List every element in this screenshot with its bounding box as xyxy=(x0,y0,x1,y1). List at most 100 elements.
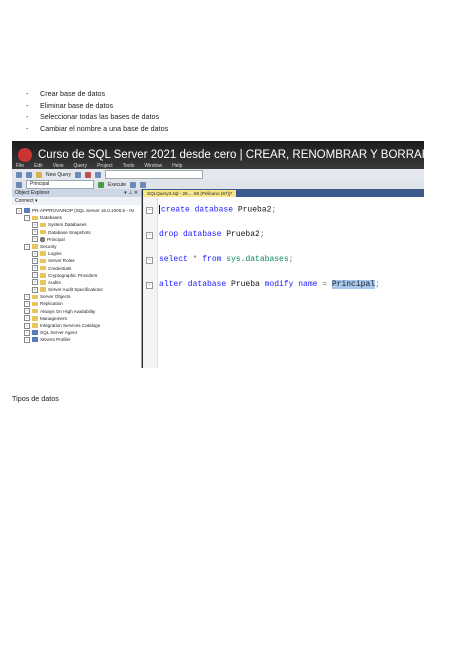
database-combo: Principal xyxy=(26,180,94,189)
selected-token: Principal xyxy=(331,280,376,289)
code-line: select * from sys.databases; xyxy=(159,255,293,264)
tree-node: − Databases xyxy=(12,214,141,221)
back-icon xyxy=(16,171,22,178)
code-token: ; xyxy=(288,255,294,264)
code-token: = xyxy=(322,280,332,289)
query-editor: SQLQuery2.sql - 26.....59 (Pelicano (67)… xyxy=(143,189,424,368)
forward-icon xyxy=(26,171,32,178)
save-icon xyxy=(75,171,82,178)
section-caption: Tipos de datos xyxy=(12,394,59,403)
search-combo xyxy=(105,170,204,179)
folder-icon xyxy=(40,273,46,278)
collapse-icon: − xyxy=(146,232,153,239)
tree-node: + System Databases xyxy=(12,221,141,228)
folder-icon xyxy=(40,265,46,271)
code-token: drop database xyxy=(159,230,227,239)
tree-node-label: Server Audit Specifications xyxy=(48,287,103,293)
video-screenshot: Curso de SQL Server 2021 desde cero | CR… xyxy=(12,141,424,368)
code-line: create database Prueba2; xyxy=(159,205,276,215)
expand-toggle-icon: + xyxy=(32,229,38,236)
folder-icon xyxy=(32,294,38,300)
expand-toggle-icon: − xyxy=(24,214,30,221)
code-token: modify name xyxy=(264,280,323,289)
text-cursor xyxy=(159,205,160,214)
tree-node: + Cryptographic Providers xyxy=(12,272,141,279)
collapse-icon: − xyxy=(146,257,153,264)
results-icon xyxy=(140,181,147,188)
bullet-dash: - xyxy=(26,123,29,133)
tree-node-label: Management xyxy=(40,315,67,321)
bullet-dash: - xyxy=(26,112,29,122)
expand-toggle-icon: + xyxy=(32,250,38,257)
tree-node: + Credentials xyxy=(12,265,141,272)
expand-toggle-icon: − xyxy=(24,243,30,250)
folder-icon xyxy=(40,251,46,256)
folder-icon xyxy=(32,244,38,249)
code-line: alter database Prueba modify name = Prin… xyxy=(159,280,380,289)
topic-text: Seleccionar todas las bases de datos xyxy=(40,112,160,122)
expand-toggle-icon: + xyxy=(32,279,38,286)
code-token: Prueba xyxy=(231,280,265,289)
connect-icon xyxy=(16,181,22,188)
tree-node: + Server Roles xyxy=(12,257,141,264)
ssms-toolbar: New Query xyxy=(12,169,424,180)
ssms-menubar: File Edit View Query Project Tools Window Help xyxy=(12,159,424,169)
tree-node: − Security xyxy=(12,243,141,250)
execute-icon xyxy=(98,181,104,188)
tree-node: + Principal xyxy=(12,236,141,243)
tree-node: − Replication xyxy=(12,300,141,308)
tree-node-label: PR-APPROVAINOP (SQL Server 16.0.1000.6 -… xyxy=(32,208,134,213)
topic-list: - Crear base de datos - Eliminar base de da… xyxy=(26,88,168,134)
folder-icon xyxy=(40,280,46,285)
topic-item: - Seleccionar todas las bases de datos xyxy=(26,111,168,123)
folder-icon xyxy=(40,258,46,264)
database-icon xyxy=(40,236,45,242)
tree-node: + Server Audit Specifications xyxy=(12,286,141,293)
expand-toggle-icon: − xyxy=(24,336,30,343)
server-icon xyxy=(32,337,38,343)
folder-icon xyxy=(32,316,38,321)
tree-node: − Integration Services Catalogs xyxy=(12,322,141,329)
tree-node-label: Audits xyxy=(48,279,61,285)
collapse-icon: − xyxy=(146,282,153,289)
tree-node-label: Always On High Availability xyxy=(40,308,96,314)
code-token: from xyxy=(202,255,227,264)
editor-gutter: − − − − xyxy=(143,197,158,368)
expand-toggle-icon: − xyxy=(24,301,30,308)
editor-tab: SQLQuery2.sql - 26.....59 (Pelicano (67)… xyxy=(143,190,237,197)
object-explorer-header: Object Explorer ▾ ⊥ ✕ xyxy=(12,189,141,197)
tree-node: − SQL Server Agent xyxy=(12,329,141,336)
server-icon xyxy=(24,208,30,214)
expand-toggle-icon: − xyxy=(16,207,22,214)
connect-button: Connect ▾ xyxy=(15,198,38,204)
topic-text: Eliminar base de datos xyxy=(40,100,114,110)
folder-icon xyxy=(40,229,46,235)
tree-node-label: Integration Services Catalogs xyxy=(40,323,101,328)
expand-toggle-icon: + xyxy=(32,286,38,293)
object-explorer: Object Explorer ▾ ⊥ ✕ Connect ▾ − PR-APPR… xyxy=(12,189,142,368)
tree-node-label: Logins xyxy=(48,251,62,257)
tree-node-label: Database Snapshots xyxy=(48,229,91,235)
tree-node: − PR-APPROVAINOP (SQL Server 16.0.1000.6 … xyxy=(12,207,141,214)
tree-node: − Management xyxy=(12,315,141,322)
bullet-dash: - xyxy=(26,100,29,110)
tree-node: + Logins xyxy=(12,250,141,257)
object-explorer-title: Object Explorer xyxy=(15,190,50,196)
expand-toggle-icon: + xyxy=(32,221,38,228)
tree-node-label: Security xyxy=(40,243,57,249)
code-token: * xyxy=(192,255,203,264)
expand-toggle-icon: − xyxy=(24,329,30,336)
expand-toggle-icon: + xyxy=(32,257,38,264)
expand-toggle-icon: + xyxy=(32,236,38,243)
editor-tabbar: SQLQuery2.sql - 26.....59 (Pelicano (67)… xyxy=(143,189,424,197)
topic-item: - Eliminar base de datos xyxy=(26,100,168,112)
expand-toggle-icon: + xyxy=(32,272,38,279)
parse-icon xyxy=(130,181,137,188)
code-token: create database xyxy=(161,205,238,215)
tree-node-label: System Databases xyxy=(48,222,87,228)
folder-icon xyxy=(32,323,38,328)
tree-node-label: Credentials xyxy=(48,265,72,271)
code-token: ; xyxy=(259,230,265,239)
code-token: sys.databases xyxy=(226,255,289,264)
folder-icon xyxy=(32,215,38,221)
